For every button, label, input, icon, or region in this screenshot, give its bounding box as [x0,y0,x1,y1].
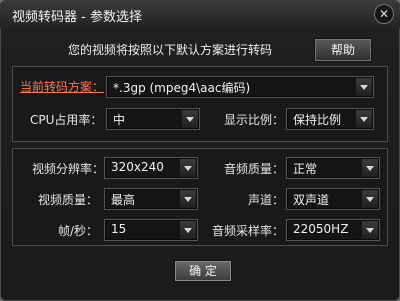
video-quality-select[interactable]: 最高 [104,188,198,210]
scheme-label[interactable]: 当前转码方案： [20,78,104,95]
cpu-label: CPU占用率： [30,113,103,127]
chevron-down-icon [180,159,196,177]
fps-value: 15 [111,222,127,236]
video-quality-value: 最高 [111,193,136,207]
video-resolution-select[interactable]: 320x240 [104,157,198,179]
sample-rate-label: 音频采样率： [212,224,285,238]
audio-quality-select[interactable]: 正常 [286,157,380,179]
intro-text: 您的视频将按照以下默认方案进行转码 [68,43,273,57]
help-button[interactable]: 帮助 [314,38,372,62]
chevron-down-icon [362,221,378,239]
display-ratio-select[interactable]: 保持比例 [286,108,374,130]
cpu-select[interactable]: 中 [106,108,200,130]
chevron-down-icon [180,221,196,239]
scheme-value: *.3gp (mpeg4\aac编码) [113,81,251,95]
cpu-value: 中 [113,113,126,127]
chevron-down-icon [180,190,196,208]
scheme-select[interactable]: *.3gp (mpeg4\aac编码) [106,76,374,98]
audio-quality-label: 音频质量： [224,162,285,176]
display-ratio-value: 保持比例 [293,113,342,127]
display-ratio-label: 显示比例： [224,113,285,127]
video-resolution-value: 320x240 [111,160,164,174]
channel-label: 声道： [248,193,285,207]
fps-select[interactable]: 15 [104,219,198,241]
title-bar: 视频转码器 - 参数选择 ✕ [0,0,400,28]
param-dialog: 视频转码器 - 参数选择 ✕ 您的视频将按照以下默认方案进行转码 帮助 当前转码… [0,0,400,301]
audio-quality-value: 正常 [293,162,318,176]
fps-label: 帧/秒： [58,224,99,238]
ok-button[interactable]: 确 定 [174,260,232,282]
sample-rate-select[interactable]: 22050HZ [286,219,380,241]
chevron-down-icon [356,110,372,128]
channel-value: 双声道 [293,193,330,207]
chevron-down-icon [362,159,378,177]
video-quality-label: 视频质量： [38,193,99,207]
chevron-down-icon [182,110,198,128]
chevron-down-icon [356,78,372,96]
dialog-title: 视频转码器 - 参数选择 [12,10,142,25]
close-icon[interactable]: ✕ [375,5,393,23]
sample-rate-value: 22050HZ [293,222,349,236]
channel-select[interactable]: 双声道 [286,188,380,210]
video-resolution-label: 视频分辨率： [32,162,105,176]
chevron-down-icon [362,190,378,208]
